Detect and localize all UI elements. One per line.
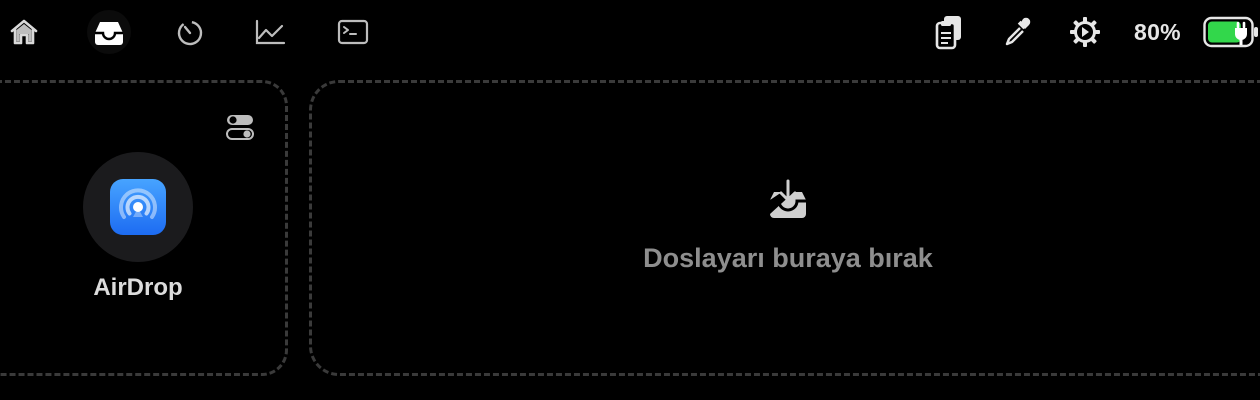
clipboard-icon — [935, 16, 961, 50]
timer-icon — [177, 20, 203, 46]
clipboard-button[interactable] — [929, 12, 969, 52]
battery-percent: 80% — [1134, 19, 1181, 45]
airdrop-icon — [119, 188, 157, 219]
stats-button[interactable] — [248, 10, 292, 54]
tray-download-icon — [770, 179, 806, 218]
airdrop-button[interactable] — [83, 152, 193, 262]
eyedropper-icon — [1005, 17, 1031, 46]
airdrop-label: AirDrop — [93, 274, 183, 301]
top-bar: 80% — [0, 0, 1260, 66]
tray-tab-button[interactable] — [87, 10, 131, 54]
home-button[interactable] — [2, 10, 46, 54]
tray-icon — [95, 22, 123, 45]
terminal-button[interactable] — [331, 10, 375, 54]
color-picker-button[interactable] — [997, 12, 1037, 52]
drop-files-hint: Doslayarı buraya bırak — [643, 243, 933, 273]
toggle-switches-icon — [226, 115, 254, 140]
gear-icon — [1070, 17, 1100, 47]
battery-charging-icon — [1203, 16, 1258, 48]
notch-app-window: 80% AirDrop Doslayarı buraya bırak — [0, 0, 1260, 400]
file-shelf-drop-zone[interactable] — [309, 80, 1260, 376]
timer-button[interactable] — [168, 10, 212, 54]
terminal-icon — [337, 19, 369, 45]
shelf-settings-toggle[interactable] — [222, 110, 258, 144]
settings-button[interactable] — [1065, 12, 1105, 52]
chart-icon — [255, 19, 286, 45]
airdrop-app-icon — [110, 179, 166, 235]
house-icon — [10, 19, 38, 45]
